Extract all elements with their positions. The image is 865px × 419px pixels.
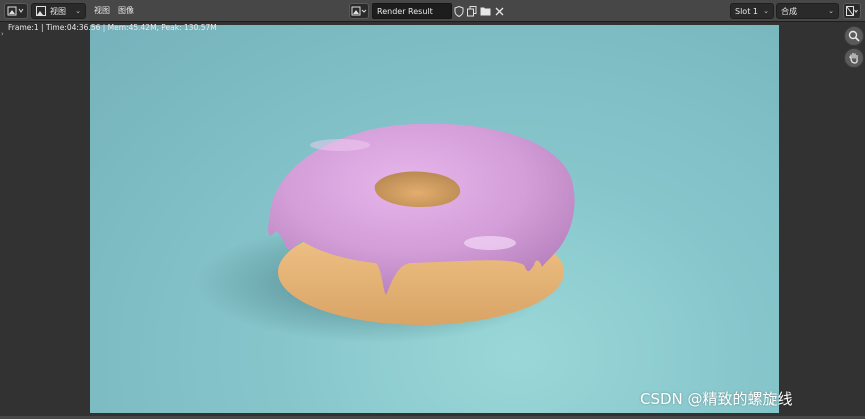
editor-type-button[interactable] <box>4 3 28 19</box>
pan-hand-icon <box>849 52 858 64</box>
gizmo-icon <box>846 6 858 16</box>
slot-label: Slot 1 <box>735 6 758 16</box>
view-mode-dropdown[interactable]: 视图 ⌄ <box>31 3 86 19</box>
shield-icon <box>454 5 464 17</box>
chevron-down-icon: ⌄ <box>763 7 769 15</box>
zoom-icon <box>848 30 860 42</box>
duplicate-icon <box>467 5 477 16</box>
folder-icon <box>480 7 490 16</box>
donut-render <box>195 123 575 343</box>
menu-view[interactable]: 视图 <box>94 5 110 16</box>
chevron-down-icon: ⌄ <box>75 7 81 15</box>
menu-image[interactable]: 图像 <box>118 5 134 16</box>
view-mode-label: 视图 <box>50 6 66 16</box>
render-status-text: Frame:1 | Time:04:36.56 | Mem:45.42M, Pe… <box>8 23 217 32</box>
zoom-button[interactable] <box>844 26 864 46</box>
slot-dropdown[interactable]: Slot 1 ⌄ <box>730 3 774 19</box>
fake-user-button[interactable] <box>453 4 465 18</box>
pan-button[interactable] <box>844 48 864 68</box>
watermark-text: CSDN @精致的螺旋线 <box>640 390 793 408</box>
duplicate-image-button[interactable] <box>466 4 478 18</box>
image-editor-header: 视图 ⌄ 视图 图像 Render Result Slot 1 ⌄ 合成 ⌄ <box>0 0 865 22</box>
unlink-image-button[interactable] <box>493 4 505 18</box>
render-result-image <box>90 25 779 413</box>
image-browse-icon <box>351 6 367 16</box>
chevron-right-icon[interactable]: › <box>1 30 4 38</box>
chevron-down-icon: ⌄ <box>828 7 834 15</box>
close-icon <box>495 7 503 15</box>
icing-highlight <box>464 236 516 250</box>
image-name: Render Result <box>377 6 433 16</box>
layer-label: 合成 <box>781 6 797 16</box>
icing-highlight <box>310 139 370 151</box>
view-mode-icon <box>36 6 46 16</box>
browse-image-button[interactable] <box>349 3 369 19</box>
gizmo-toggle-button[interactable] <box>843 3 861 19</box>
image-editor-icon <box>7 6 24 16</box>
image-name-field[interactable]: Render Result <box>372 3 452 19</box>
layer-dropdown[interactable]: 合成 ⌄ <box>776 3 839 19</box>
open-image-button[interactable] <box>479 4 491 18</box>
